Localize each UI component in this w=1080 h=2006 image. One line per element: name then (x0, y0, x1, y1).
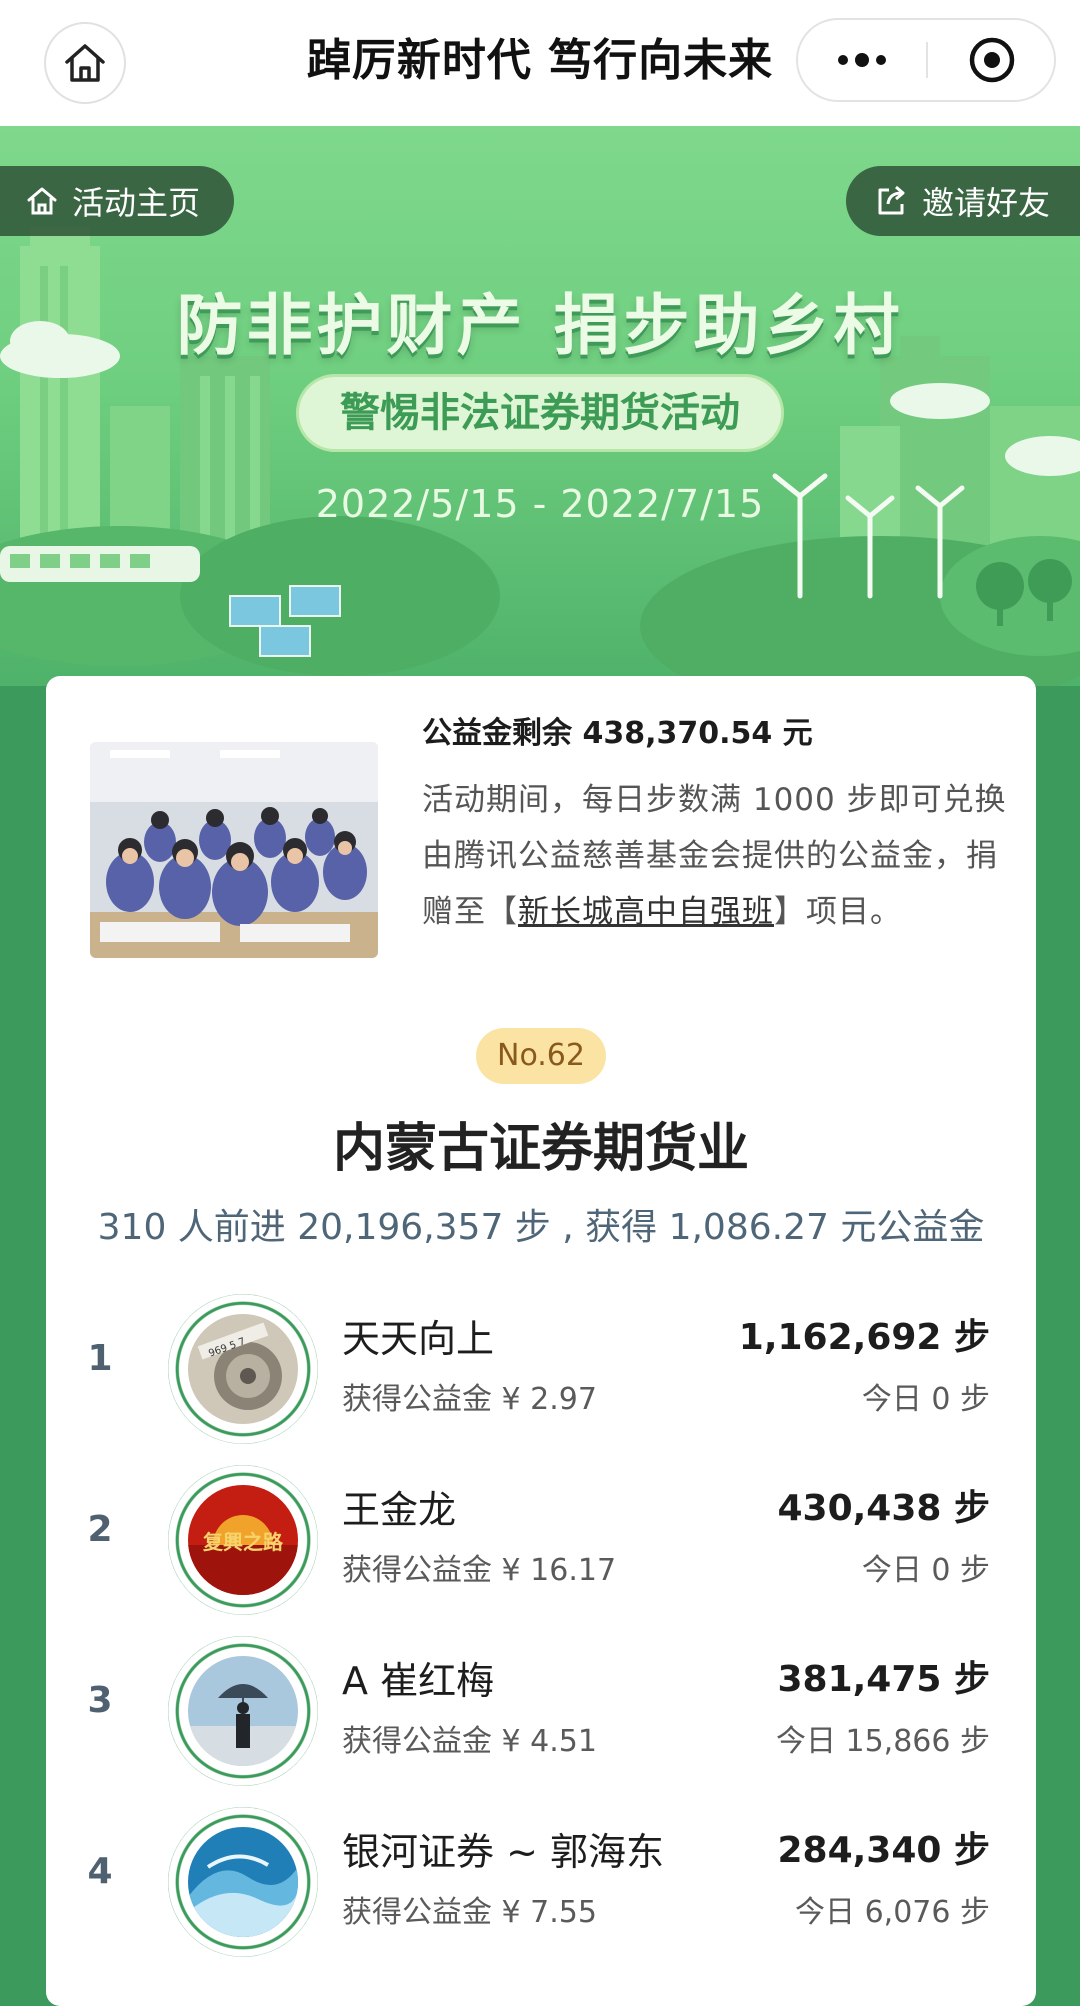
project-description: 活动期间，每日步数满 1000 步即可兑换由腾讯公益慈善基金会提供的公益金，捐赠… (422, 772, 1012, 940)
gear-icon: 969 5 7 (188, 1314, 298, 1424)
member-rank: 4 (87, 1851, 113, 1892)
avatar: 969 5 7 (168, 1294, 318, 1444)
navigation-bar: 踔厉新时代 笃行向未来 (0, 0, 1080, 126)
classroom-photo (90, 742, 378, 958)
member-row[interactable]: 2 复興之路 王金龙 获得公益金 ¥ 16.17 430,438 步 今日 0 … (46, 1465, 1036, 1625)
member-name: 天天向上 (342, 1317, 495, 1361)
team-name: 内蒙古证券期货业 (332, 1119, 749, 1179)
project-link[interactable]: 新长城高中自强班 (518, 894, 774, 930)
member-row[interactable]: 4 银河证券 ~ 郭海东 获得公益金 ¥ 7.55 284,340 步 今日 6… (46, 1807, 1036, 1967)
sunrise-icon: 复興之路 (188, 1485, 298, 1595)
member-rank: 1 (87, 1338, 113, 1379)
member-rank: 3 (87, 1680, 113, 1721)
member-today-steps: 今日 15,866 步 (775, 1724, 990, 1759)
project-photo[interactable] (90, 742, 378, 958)
banner-subtitle: 警惕非法证券期货活动 (296, 374, 784, 452)
activity-home-button[interactable]: 活动主页 (0, 166, 234, 236)
team-rank-badge: No.62 (476, 1028, 606, 1084)
invite-friends-label: 邀请好友 (922, 184, 1051, 222)
remaining-fund: 公益金剩余 438,370.54 元 (422, 716, 813, 751)
avatar (168, 1636, 318, 1786)
mini-program-capsule (796, 18, 1056, 102)
member-name: 王金龙 (342, 1488, 457, 1532)
invite-friends-button[interactable]: 邀请好友 (846, 166, 1080, 236)
avatar: 复興之路 (168, 1465, 318, 1615)
more-dots-icon (838, 53, 886, 67)
share-icon (878, 185, 905, 215)
wave-icon (188, 1827, 298, 1937)
member-total-steps: 381,475 步 (777, 1659, 990, 1700)
member-total-steps: 430,438 步 (777, 1488, 990, 1529)
team-stats: 310 人前进 20,196,357 步 , 获得 1,086.27 元公益金 (97, 1207, 985, 1248)
avatar (168, 1807, 318, 1957)
close-target-icon (969, 37, 1015, 83)
house-icon (27, 187, 57, 215)
member-row[interactable]: 1 969 5 7 天天向上 获得公益金 ¥ 2.97 1,162,692 步 … (46, 1294, 1036, 1454)
activity-home-label: 活动主页 (72, 184, 201, 222)
member-fund: 获得公益金 ¥ 7.55 (342, 1895, 597, 1930)
more-button[interactable] (798, 20, 926, 100)
home-icon (65, 44, 105, 82)
member-fund: 获得公益金 ¥ 16.17 (342, 1553, 617, 1588)
umbrella-person-icon (188, 1656, 298, 1766)
description-text-end: 】项目。 (774, 894, 902, 930)
home-button[interactable] (44, 22, 126, 104)
member-today-steps: 今日 6,076 步 (795, 1895, 990, 1930)
member-rank: 2 (87, 1509, 113, 1550)
member-today-steps: 今日 0 步 (861, 1553, 990, 1588)
member-fund: 获得公益金 ¥ 4.51 (342, 1724, 597, 1759)
banner-title: 防非护财产 捐步助乡村 (176, 287, 904, 364)
member-fund: 获得公益金 ¥ 2.97 (342, 1382, 597, 1417)
page-title: 踔厉新时代 笃行向未来 (306, 35, 774, 86)
member-row[interactable]: 3 A 崔红梅 获得公益金 ¥ 4.51 381,475 步 今日 15,866… (46, 1636, 1036, 1796)
avatar-calligraphy: 复興之路 (202, 1530, 284, 1554)
close-button[interactable] (928, 20, 1056, 100)
member-today-steps: 今日 0 步 (861, 1382, 990, 1417)
team-card: 公益金剩余 438,370.54 元 活动期间，每日步数满 1000 步即可兑换… (46, 676, 1036, 2006)
member-total-steps: 1,162,692 步 (738, 1317, 990, 1358)
activity-date-range: 2022/5/15 - 2022/7/15 (315, 482, 765, 526)
member-name: 银河证券 ~ 郭海东 (342, 1830, 664, 1874)
member-total-steps: 284,340 步 (777, 1830, 990, 1871)
activity-banner: 活动主页 邀请好友 防非护财产 捐步助乡村 警惕非法证券期货活动 2022/5/… (0, 126, 1080, 686)
member-name: A 崔红梅 (342, 1659, 495, 1703)
